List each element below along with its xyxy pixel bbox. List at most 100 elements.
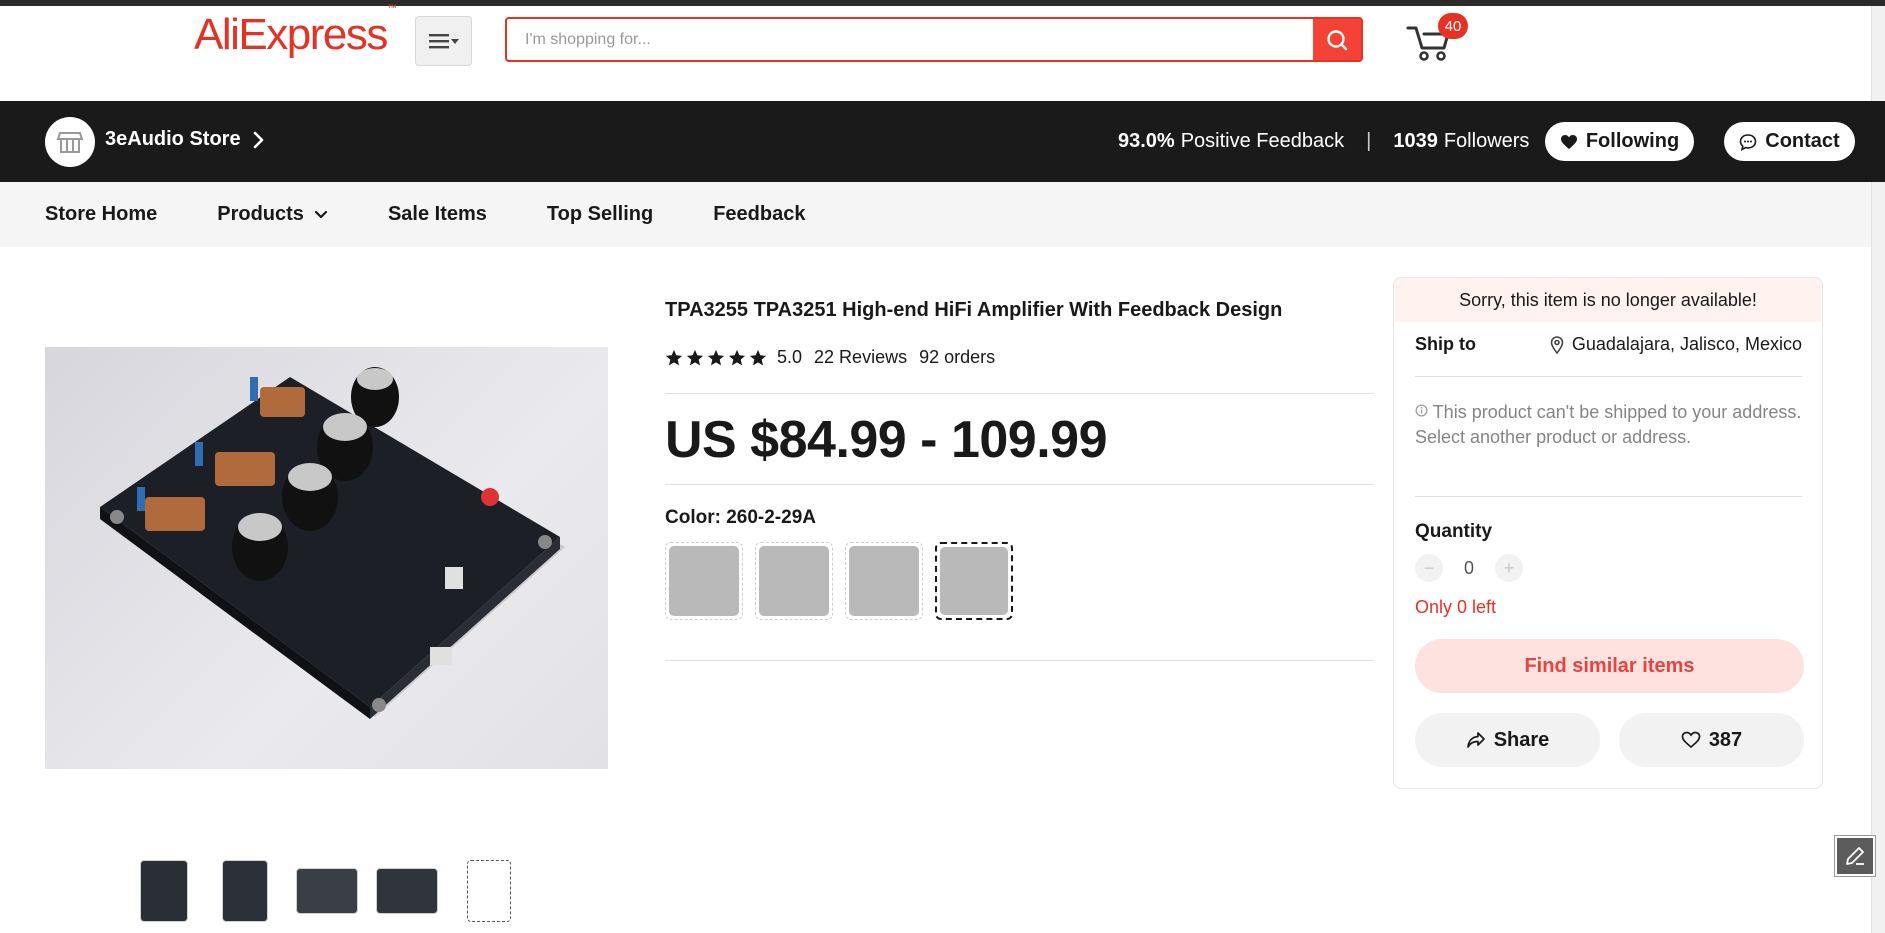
thumbnail-5[interactable] <box>467 860 511 922</box>
divider <box>1415 496 1802 497</box>
swatch-image <box>669 546 739 616</box>
rating-row: 5.0 22 Reviews 92 orders <box>665 347 995 368</box>
buy-box: Sorry, this item is no longer available!… <box>1393 277 1823 789</box>
search-button[interactable] <box>1313 19 1361 60</box>
store-nav: Store Home Products Sale Items Top Selli… <box>0 182 1871 247</box>
color-swatch-2[interactable] <box>755 542 833 620</box>
feedback-edit-button[interactable] <box>1835 836 1875 876</box>
ship-to-label: Ship to <box>1415 334 1476 354</box>
rating-score: 5.0 <box>777 347 803 367</box>
star-icon <box>728 349 746 365</box>
nav-label: Sale Items <box>387 203 487 225</box>
category-menu-button[interactable] <box>415 16 472 66</box>
chat-icon <box>1739 133 1757 151</box>
swatch-image <box>849 546 919 616</box>
divider <box>665 660 1374 661</box>
stats-separator: | <box>1366 130 1372 152</box>
thumbnail-4[interactable] <box>376 868 438 914</box>
quantity-label: Quantity <box>1415 521 1493 542</box>
cart-count-badge: 40 <box>1438 13 1468 39</box>
reviews-link[interactable]: 22 Reviews <box>814 347 907 368</box>
feedback-value: 93.0% <box>1118 130 1175 152</box>
orders-count: 92 orders <box>919 347 996 367</box>
nav-label: Top Selling <box>546 203 654 225</box>
hamburger-icon <box>428 34 459 49</box>
rating-stars <box>665 349 767 367</box>
unavailable-notice: Sorry, this item is no longer available! <box>1394 278 1822 322</box>
cart-button[interactable]: 40 <box>1404 13 1468 64</box>
thumbnail-1[interactable] <box>140 860 188 922</box>
amplifier-board-illustration <box>100 367 565 719</box>
product-title: TPA3255 TPA3251 High-end HiFi Amplifier … <box>665 299 1283 321</box>
color-label: Color: 260-2-29A <box>665 507 816 528</box>
contact-button[interactable]: Contact <box>1724 122 1855 161</box>
search-bar <box>505 17 1363 62</box>
divider <box>1415 376 1802 377</box>
nav-feedback[interactable]: Feedback <box>713 203 805 226</box>
nav-label: Products <box>217 203 304 225</box>
ship-to-location[interactable]: Guadalajara, Jalisco, Mexico <box>1550 334 1802 355</box>
heart-filled-icon <box>1560 134 1577 149</box>
nav-label: Store Home <box>45 203 158 225</box>
color-swatches <box>665 542 1013 620</box>
thumbnail-3[interactable] <box>296 868 358 914</box>
quantity-value[interactable]: 0 <box>1457 558 1481 579</box>
store-avatar[interactable] <box>45 117 95 167</box>
followers-value: 1039 <box>1393 130 1438 152</box>
divider <box>665 393 1374 394</box>
nav-store-home[interactable]: Store Home <box>45 203 157 226</box>
nav-top-selling[interactable]: Top Selling <box>547 203 653 226</box>
shipping-message-line2: Select another product or address. <box>1415 427 1692 447</box>
store-icon <box>56 132 84 153</box>
wishlist-count: 387 <box>1708 728 1743 751</box>
top-border <box>0 0 1885 6</box>
nav-products[interactable]: Products <box>217 203 328 226</box>
shipping-message: This product can't be shipped to your ad… <box>1415 400 1805 450</box>
star-icon <box>749 349 767 365</box>
thumbnail-2[interactable] <box>222 860 268 922</box>
product-main-image[interactable] <box>45 347 608 769</box>
share-button[interactable]: Share <box>1415 713 1600 767</box>
following-label: Following <box>1585 130 1680 152</box>
star-icon <box>707 349 725 365</box>
location-pin-icon <box>1550 335 1564 354</box>
color-swatch-1[interactable] <box>665 542 743 620</box>
star-icon <box>686 349 704 365</box>
shipping-message-line1: This product can't be shipped to your ad… <box>1432 402 1802 422</box>
heart-outline-icon <box>1681 731 1701 749</box>
info-icon <box>1415 404 1428 417</box>
swatch-image <box>759 546 829 616</box>
followers-label: Followers <box>1443 130 1530 152</box>
stock-warning: Only 0 left <box>1415 597 1497 617</box>
quantity-stepper: − 0 + <box>1415 554 1523 582</box>
quantity-decrease-button[interactable]: − <box>1415 554 1443 582</box>
share-label: Share <box>1493 728 1550 751</box>
logo-trademark: ™ <box>386 3 397 15</box>
share-icon <box>1466 732 1485 748</box>
store-header-bar: 3eAudio Store 93.0% Positive Feedback | … <box>0 101 1885 182</box>
quantity-increase-button[interactable]: + <box>1495 554 1523 582</box>
chevron-right-icon <box>253 131 263 148</box>
store-name-link[interactable]: 3eAudio Store <box>105 128 265 151</box>
store-name: 3eAudio Store <box>105 128 241 150</box>
find-similar-button[interactable]: Find similar items <box>1415 639 1804 693</box>
ship-to-value: Guadalajara, Jalisco, Mexico <box>1571 334 1802 354</box>
nav-sale-items[interactable]: Sale Items <box>388 203 487 226</box>
color-swatch-3[interactable] <box>845 542 923 620</box>
ship-to-row[interactable]: Ship to Guadalajara, Jalisco, Mexico <box>1415 334 1802 355</box>
store-stats: 93.0% Positive Feedback | 1039 Followers <box>1118 130 1529 153</box>
search-icon <box>1327 29 1348 50</box>
wishlist-button[interactable]: 387 <box>1619 713 1804 767</box>
feedback-label: Positive Feedback <box>1180 130 1345 152</box>
aliexpress-logo[interactable]: AliExpress™ <box>194 3 397 60</box>
search-input[interactable] <box>507 19 1313 60</box>
color-swatch-4[interactable] <box>935 542 1013 620</box>
logo-text: AliExpress <box>194 10 388 59</box>
product-price: US $84.99 - 109.99 <box>665 411 1108 469</box>
swatch-image <box>940 547 1008 615</box>
contact-label: Contact <box>1765 130 1840 152</box>
divider <box>665 484 1374 485</box>
nav-label: Feedback <box>713 203 806 225</box>
star-icon <box>665 349 683 365</box>
following-button[interactable]: Following <box>1545 122 1694 161</box>
